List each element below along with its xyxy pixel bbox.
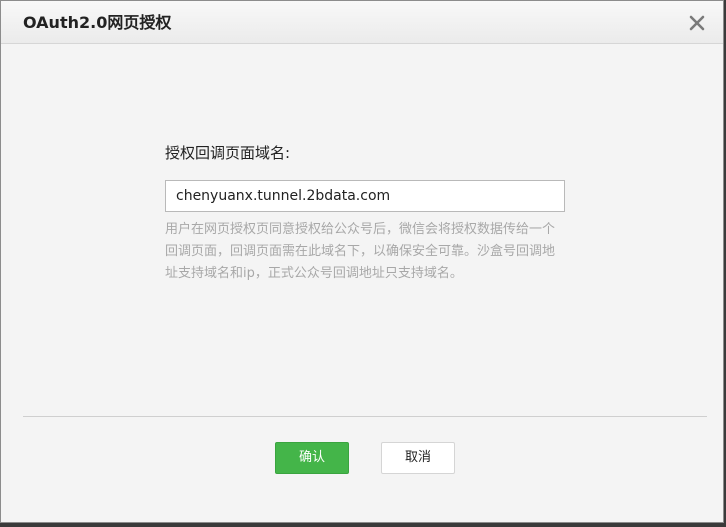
- footer-divider: [23, 416, 707, 417]
- domain-hint: 用户在网页授权页同意授权给公众号后，微信会将授权数据传给一个回调页面，回调页面需…: [165, 222, 556, 281]
- confirm-button[interactable]: 确认: [275, 442, 349, 474]
- close-icon-graphic: [689, 15, 705, 31]
- dialog-header: OAuth2.0网页授权: [1, 1, 723, 44]
- domain-input[interactable]: [165, 180, 565, 212]
- dialog-title: OAuth2.0网页授权: [23, 13, 172, 32]
- close-icon[interactable]: [687, 13, 707, 33]
- domain-label: 授权回调页面域名:: [165, 144, 291, 162]
- oauth-dialog: OAuth2.0网页授权 授权回调页面域名: 用户在网页授权页同意授权给公众号后…: [0, 0, 724, 523]
- cancel-button[interactable]: 取消: [381, 442, 455, 474]
